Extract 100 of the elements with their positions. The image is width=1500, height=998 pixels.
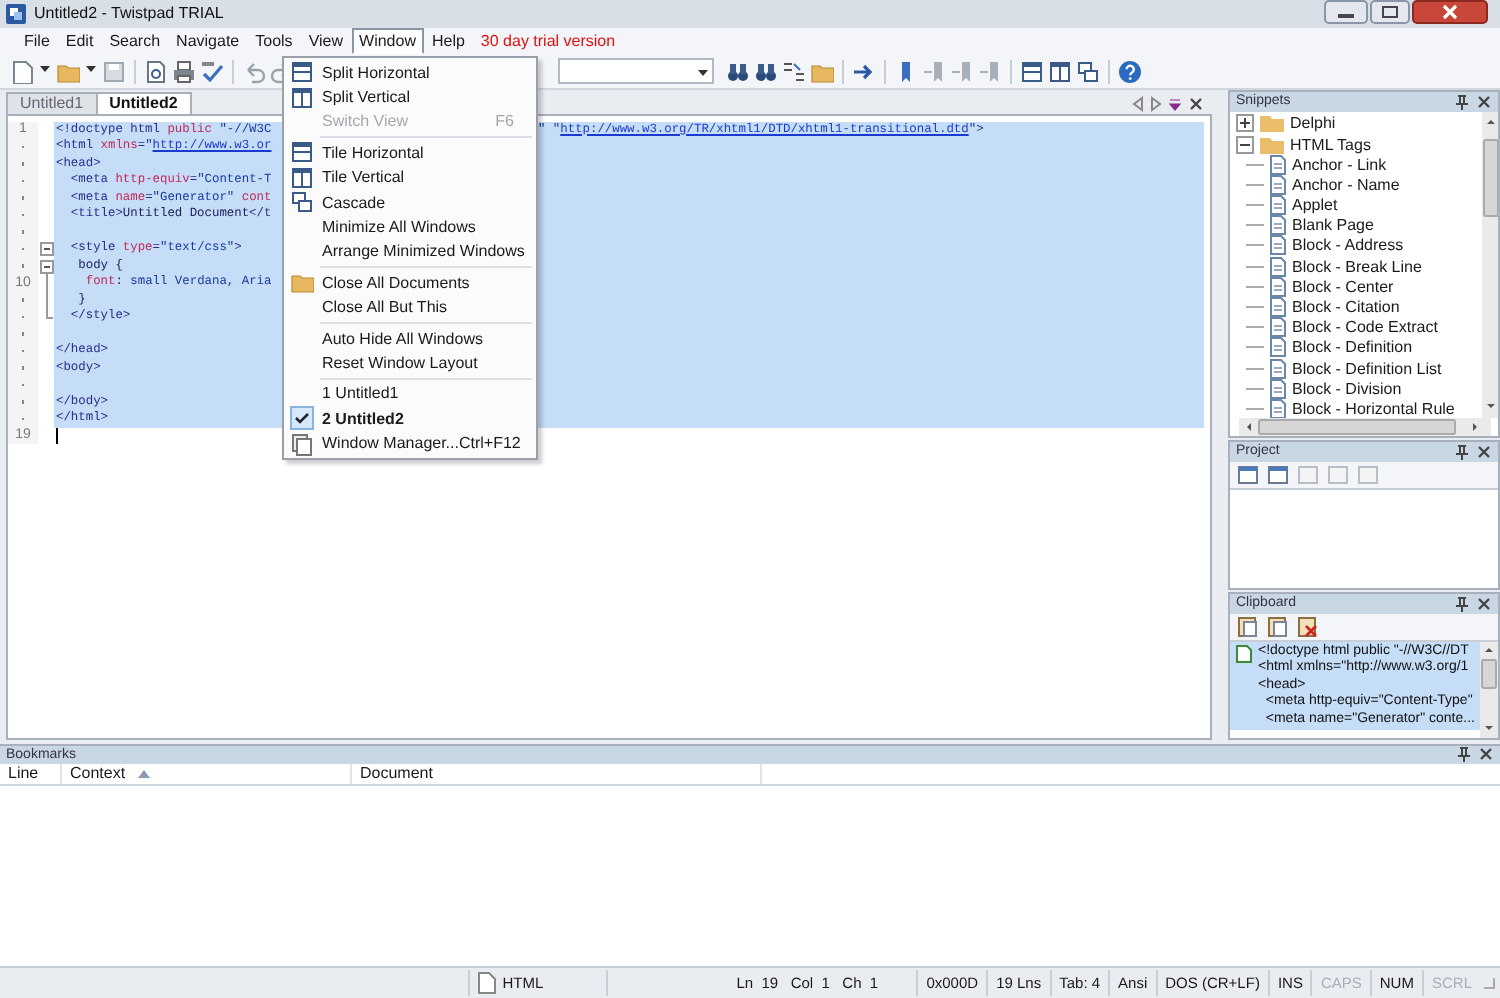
clear-clipboard-icon[interactable]: [1296, 614, 1320, 639]
close-icon[interactable]: [1188, 95, 1204, 112]
menu-entry[interactable]: Cascade: [286, 189, 534, 215]
tree-line: [1246, 387, 1264, 390]
app-icon: [6, 3, 26, 24]
split-vertical-icon: [290, 85, 314, 110]
vertical-scrollbar[interactable]: [1482, 111, 1498, 418]
collapse-icon[interactable]: [1236, 135, 1254, 154]
menu-entry[interactable]: 2 Untitled2: [286, 406, 534, 431]
menu-entry[interactable]: Close All But This: [286, 295, 534, 320]
split-vertical-icon[interactable]: [1048, 59, 1072, 84]
scroll-right-icon[interactable]: [1150, 95, 1162, 112]
minimize-button[interactable]: [1324, 0, 1368, 24]
tree-item[interactable]: Block - Definition List: [1292, 359, 1442, 378]
close-icon[interactable]: [1476, 93, 1492, 110]
menu-item[interactable]: Tools: [247, 28, 301, 55]
tree-item[interactable]: Anchor - Link: [1292, 155, 1387, 174]
menu-item[interactable]: Search: [101, 28, 169, 55]
copy-to-clipboard-icon[interactable]: [1266, 614, 1290, 639]
menu-entry[interactable]: Window Manager...Ctrl+F12: [286, 430, 534, 456]
replace-icon[interactable]: [782, 59, 806, 84]
arrow-icon[interactable]: [852, 59, 876, 84]
close-button[interactable]: [1412, 0, 1488, 24]
snippet-icon: [1268, 397, 1288, 418]
tree-line: [1246, 224, 1264, 227]
fold-icon[interactable]: [39, 259, 53, 273]
tree-item[interactable]: Block - Break Line: [1292, 257, 1422, 276]
close-icon[interactable]: [1476, 443, 1492, 460]
new-project-icon[interactable]: [1236, 462, 1260, 487]
snippet-icon: [1268, 255, 1288, 278]
find-next-icon[interactable]: [754, 59, 778, 84]
snippet-icon: [1268, 275, 1288, 298]
menu-entry[interactable]: Tile Vertical: [286, 165, 534, 190]
new-file-icon[interactable]: [10, 59, 34, 84]
tile-horizontal-icon: [290, 140, 314, 165]
pin-icon[interactable]: [1454, 443, 1470, 460]
fold-icon[interactable]: [39, 242, 53, 256]
menu-entry[interactable]: Split Horizontal: [286, 60, 534, 85]
vertical-scrollbar[interactable]: [1480, 641, 1498, 738]
scroll-left-icon[interactable]: [1132, 95, 1144, 112]
split-horizontal-icon[interactable]: [1020, 59, 1044, 84]
tree-item[interactable]: Block - Citation: [1292, 298, 1400, 317]
document-tab[interactable]: Untitled2: [95, 91, 192, 114]
pin-icon[interactable]: [1454, 93, 1470, 110]
tree-item[interactable]: HTML Tags: [1290, 135, 1371, 154]
pin-icon[interactable]: [1456, 746, 1472, 763]
tree-item[interactable]: Anchor - Name: [1292, 175, 1400, 194]
tree-item[interactable]: Applet: [1292, 196, 1338, 215]
menu-entry[interactable]: 1 Untitled1: [286, 381, 534, 407]
printer-icon[interactable]: [172, 59, 196, 84]
column-header[interactable]: Document: [352, 763, 762, 784]
expand-icon[interactable]: [1236, 114, 1254, 133]
tree-line: [1246, 326, 1264, 329]
menu-item[interactable]: View: [300, 28, 352, 55]
folder-icon: [1258, 133, 1286, 156]
tree-line: [1246, 265, 1264, 268]
tree-item[interactable]: Block - Center: [1292, 277, 1394, 296]
tree-item[interactable]: Block - Division: [1292, 379, 1402, 398]
menu-entry[interactable]: Tile Horizontal: [286, 140, 534, 166]
tree-line: [1246, 346, 1264, 349]
menu-item[interactable]: Navigate: [168, 28, 248, 55]
maximize-button[interactable]: [1370, 0, 1410, 24]
snippet-icon: [1268, 377, 1288, 400]
menu-entry[interactable]: Arrange Minimized Windows: [286, 239, 534, 265]
snippet-icon: [1268, 194, 1288, 217]
tree-item[interactable]: Block - Horizontal Rule: [1292, 399, 1455, 418]
tree-item[interactable]: Block - Address: [1292, 236, 1404, 255]
tree-item[interactable]: Block - Code Extract: [1292, 318, 1438, 337]
cascade-icon[interactable]: [1076, 59, 1100, 84]
find-icon[interactable]: [726, 59, 750, 84]
menu-entry[interactable]: Close All Documents: [286, 270, 534, 296]
trial-notice: 30 day trial version: [480, 32, 616, 51]
menu-item[interactable]: Window: [351, 28, 424, 55]
print-preview-icon[interactable]: [144, 59, 168, 84]
menu-entry[interactable]: Reset Window Layout: [286, 350, 534, 376]
tree-item[interactable]: Block - Definition: [1292, 338, 1413, 357]
spellcheck-icon[interactable]: [200, 59, 224, 84]
resize-grip-icon[interactable]: [1482, 976, 1496, 991]
menu-item[interactable]: Help: [423, 28, 473, 55]
menu-item[interactable]: Edit: [57, 28, 102, 55]
document-tab[interactable]: Untitled1: [6, 91, 98, 114]
tree-line: [1246, 306, 1264, 309]
tree-item[interactable]: Delphi: [1290, 114, 1336, 133]
menu-item[interactable]: File: [16, 28, 58, 55]
paste-icon[interactable]: [1236, 614, 1260, 639]
folder-icon: [290, 270, 314, 295]
menu-entry[interactable]: Split Vertical: [286, 84, 534, 110]
menu-entry[interactable]: Auto Hide All Windows: [286, 325, 534, 351]
pin-icon[interactable]: [1454, 595, 1470, 612]
menu-entry[interactable]: Minimize All Windows: [286, 214, 534, 240]
close-icon[interactable]: [1478, 746, 1494, 763]
help-icon[interactable]: [1118, 59, 1142, 84]
tree-line: [1246, 285, 1264, 288]
snippet-icon: [1268, 173, 1288, 196]
column-header[interactable]: Line: [0, 763, 62, 784]
document-list-icon[interactable]: [1168, 95, 1182, 112]
column-header[interactable]: Context: [62, 763, 352, 784]
window-title: Untitled2 - Twistpad TRIAL: [34, 4, 226, 23]
tree-item[interactable]: Blank Page: [1292, 216, 1374, 235]
close-icon[interactable]: [1476, 595, 1492, 612]
